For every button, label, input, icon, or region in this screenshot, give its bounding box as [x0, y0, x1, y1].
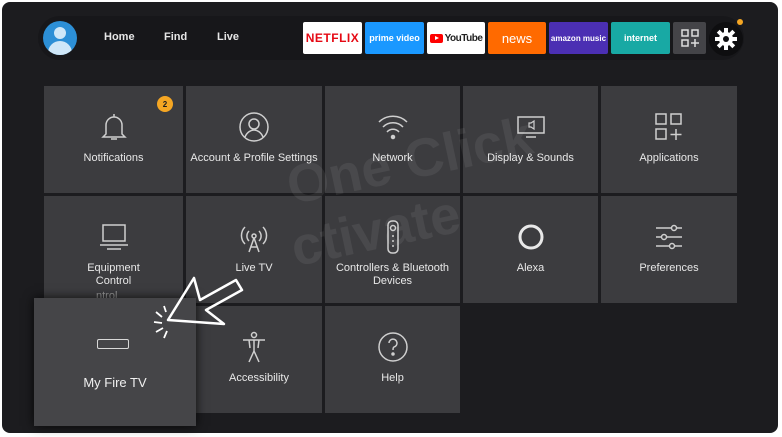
tile-label: My Fire TV — [83, 375, 147, 390]
app-netflix[interactable]: NETFLIX — [303, 22, 362, 54]
antenna-icon — [237, 220, 271, 254]
profile-avatar-icon[interactable] — [43, 21, 77, 55]
app-amazon-music[interactable]: amazon music — [549, 22, 608, 54]
pointer-arrow-icon — [153, 276, 244, 339]
tile-label: Notifications — [83, 152, 144, 164]
tile-label: Network — [372, 152, 413, 164]
settings-gear-button[interactable] — [709, 22, 743, 56]
nav-home[interactable]: Home — [104, 31, 135, 43]
app-news[interactable]: news — [488, 22, 546, 54]
tile-applications[interactable]: Applications — [601, 86, 737, 193]
apps-grid-plus-icon — [680, 29, 699, 47]
settings-alert-dot — [737, 19, 743, 25]
display-icon — [514, 110, 548, 144]
tile-help[interactable]: Help — [325, 306, 460, 413]
alexa-icon — [514, 220, 548, 254]
tile-label: Alexa — [516, 262, 545, 274]
tile-label: Live TV — [235, 262, 273, 274]
wifi-icon — [376, 110, 410, 144]
notification-count-badge: 2 — [157, 96, 173, 112]
help-icon — [376, 330, 410, 364]
tile-label: Preferences — [639, 262, 699, 274]
youtube-play-icon — [429, 33, 443, 43]
app-prime-video[interactable]: prime video — [365, 22, 424, 54]
tile-preferences[interactable]: Preferences — [601, 196, 737, 303]
nav-find[interactable]: Find — [164, 31, 187, 43]
tile-account-profile-settings[interactable]: Account & Profile Settings — [186, 86, 322, 193]
firetv-stick-icon — [97, 339, 129, 349]
tile-label: Controllers & Bluetooth Devices — [335, 262, 450, 287]
tile-label: Applications — [639, 152, 699, 164]
app-library-button[interactable] — [673, 22, 706, 54]
monitor-icon — [97, 220, 131, 254]
apps-grid-icon — [652, 110, 686, 144]
app-internet[interactable]: internet — [611, 22, 670, 54]
tile-display-sounds[interactable]: Display & Sounds — [463, 86, 598, 193]
tile-label: Display & Sounds — [487, 152, 574, 164]
tile-label: Accessibility — [229, 372, 289, 384]
tile-alexa[interactable]: Alexa — [463, 196, 598, 303]
tile-label: Account & Profile Settings — [190, 152, 318, 164]
bell-icon — [97, 110, 131, 144]
gear-icon — [715, 28, 737, 50]
app-youtube[interactable]: YouTube — [427, 22, 485, 54]
tile-label: Help — [381, 372, 404, 384]
nav-live[interactable]: Live — [217, 31, 239, 43]
tile-controllers-bluetooth-devices[interactable]: Controllers & Bluetooth Devices — [325, 196, 460, 303]
remote-icon — [376, 220, 410, 254]
sliders-icon — [652, 220, 686, 254]
person-icon — [237, 110, 271, 144]
tile-network[interactable]: Network — [325, 86, 460, 193]
